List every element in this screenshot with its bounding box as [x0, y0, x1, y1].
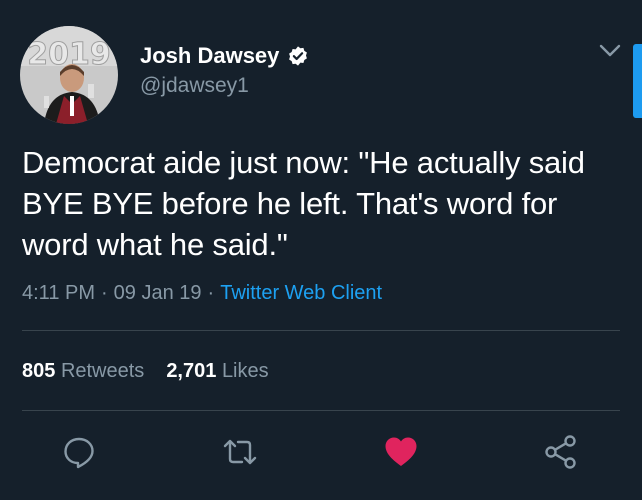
- meta-separator: ·: [101, 282, 108, 304]
- tweet-stats: 805 Retweets 2,701 Likes: [22, 360, 291, 383]
- likes-label: Likes: [221, 360, 269, 382]
- reply-icon: [64, 437, 94, 469]
- retweet-button[interactable]: [220, 432, 260, 472]
- meta-separator: ·: [207, 282, 215, 304]
- retweet-icon: [223, 439, 257, 465]
- likes-stat[interactable]: 2,701 Likes: [166, 360, 268, 382]
- tweet-time[interactable]: 4:11 PM: [22, 282, 95, 304]
- tweet-client-link[interactable]: Twitter Web Client: [220, 282, 382, 304]
- tweet-text: Democrat aide just now: "He actually sai…: [22, 145, 585, 262]
- tweet-meta: 4:11 PM · 09 Jan 19 · Twitter Web Client: [22, 282, 382, 305]
- chevron-down-icon[interactable]: [596, 36, 624, 64]
- author-display-name[interactable]: Josh Dawsey: [140, 43, 279, 69]
- heart-icon: [385, 437, 417, 466]
- retweets-count: 805: [22, 360, 56, 382]
- avatar[interactable]: 2019: [20, 26, 118, 124]
- scrollbar[interactable]: [633, 44, 642, 118]
- divider: [22, 330, 620, 331]
- verified-badge-icon: [289, 46, 308, 66]
- like-button[interactable]: [381, 432, 421, 472]
- author-handle[interactable]: @jdawsey1: [140, 74, 249, 98]
- likes-count: 2,701: [166, 360, 217, 382]
- author-name-row[interactable]: Josh Dawsey: [140, 40, 309, 72]
- retweets-label: Retweets: [60, 360, 145, 382]
- retweets-stat[interactable]: 805 Retweets: [22, 360, 144, 382]
- reply-button[interactable]: [59, 432, 99, 472]
- share-button[interactable]: [541, 432, 581, 472]
- share-icon: [545, 435, 576, 469]
- divider: [22, 410, 620, 411]
- tweet-date[interactable]: 09 Jan 19: [114, 282, 202, 304]
